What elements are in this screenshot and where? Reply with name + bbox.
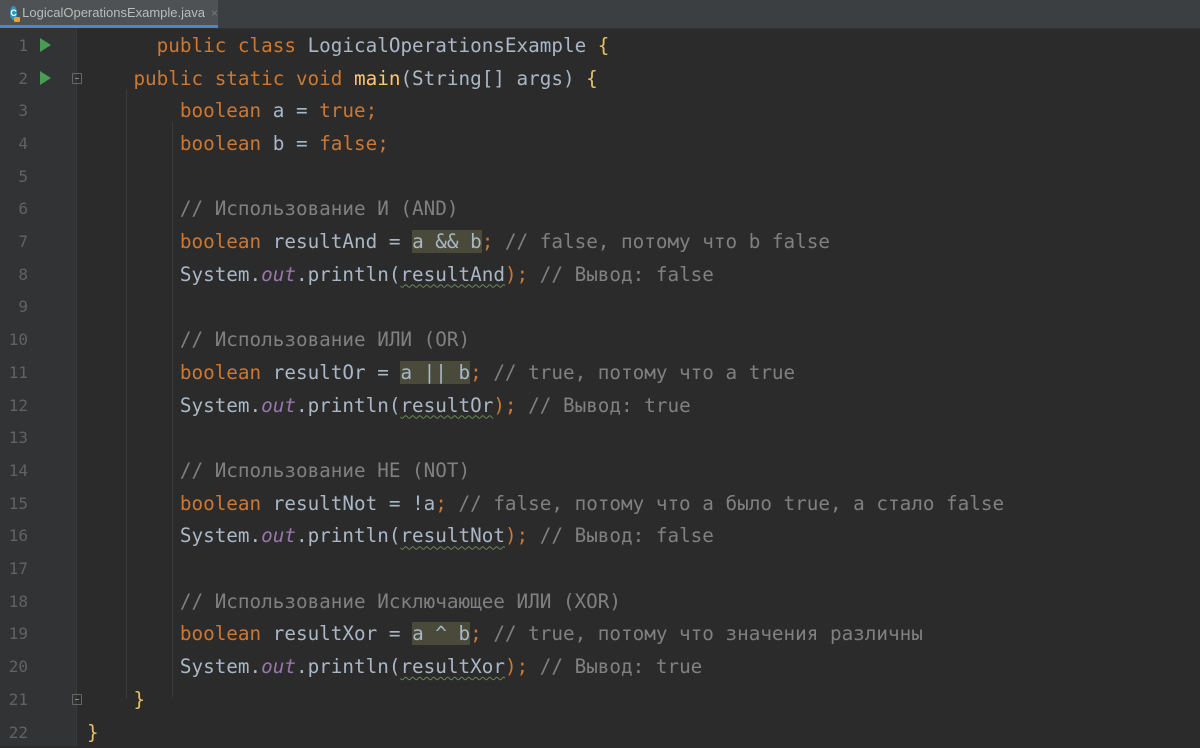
line-number: 7 (18, 232, 28, 252)
code-line: 12 System.out.println(resultOr); // Выво… (0, 389, 1200, 422)
code-line: 18 // Использование Исключающее ИЛИ (XOR… (0, 585, 1200, 618)
fold-icon[interactable] (72, 72, 82, 84)
code-editor[interactable]: 1 public class LogicalOperationsExample … (0, 29, 1200, 746)
code-line: 5 (0, 160, 1200, 193)
fold-icon[interactable] (72, 693, 82, 705)
line-number: 17 (8, 559, 28, 579)
line-number: 5 (18, 166, 28, 186)
code-line: 14 // Использование НЕ (NOT) (0, 454, 1200, 487)
code-line: 17 (0, 552, 1200, 585)
code-line: 10 // Использование ИЛИ (OR) (0, 323, 1200, 356)
code-line: 13 (0, 421, 1200, 454)
java-class-icon: C (10, 5, 21, 22)
line-number: 11 (8, 362, 28, 382)
code-line: 8 System.out.println(resultAnd); // Выво… (0, 258, 1200, 291)
code-line: 20 System.out.println(resultXor); // Выв… (0, 650, 1200, 683)
code-line: 2 public static void main(String[] args)… (0, 62, 1200, 95)
code-line: 16 System.out.println(resultNot); // Выв… (0, 520, 1200, 553)
line-number: 13 (8, 428, 28, 448)
code-line: 4 boolean b = false; (0, 127, 1200, 160)
line-number: 12 (8, 395, 28, 415)
line-number: 2 (18, 68, 28, 88)
line-number: 21 (8, 689, 28, 709)
line-number: 3 (18, 101, 28, 121)
code-line: 21 } (0, 683, 1200, 716)
code-line: 22 } (0, 716, 1200, 748)
line-number: 18 (8, 591, 28, 611)
line-number: 20 (8, 657, 28, 677)
line-number: 8 (18, 264, 28, 284)
line-number: 9 (18, 297, 28, 317)
code-line: 6 // Использование И (AND) (0, 193, 1200, 226)
code-line: 7 boolean resultAnd = a && b; // false, … (0, 225, 1200, 258)
run-icon[interactable] (40, 71, 51, 86)
code-line: 11 boolean resultOr = a || b; // true, п… (0, 356, 1200, 389)
line-number: 1 (18, 35, 28, 55)
line-number: 6 (18, 199, 28, 219)
line-number: 14 (8, 460, 28, 480)
line-number: 10 (8, 330, 28, 350)
line-number: 4 (18, 133, 28, 153)
code-line: 1 public class LogicalOperationsExample … (0, 29, 1200, 62)
line-number: 22 (8, 722, 28, 742)
run-icon[interactable] (40, 38, 51, 53)
code-line: 3 boolean a = true; (0, 94, 1200, 127)
line-number: 19 (8, 624, 28, 644)
code-line: 15 boolean resultNot = !a; // false, пот… (0, 487, 1200, 520)
line-number: 16 (8, 526, 28, 546)
code-line: 19 boolean resultXor = a ^ b; // true, п… (0, 618, 1200, 651)
line-number: 15 (8, 493, 28, 513)
code-line: 9 (0, 291, 1200, 324)
